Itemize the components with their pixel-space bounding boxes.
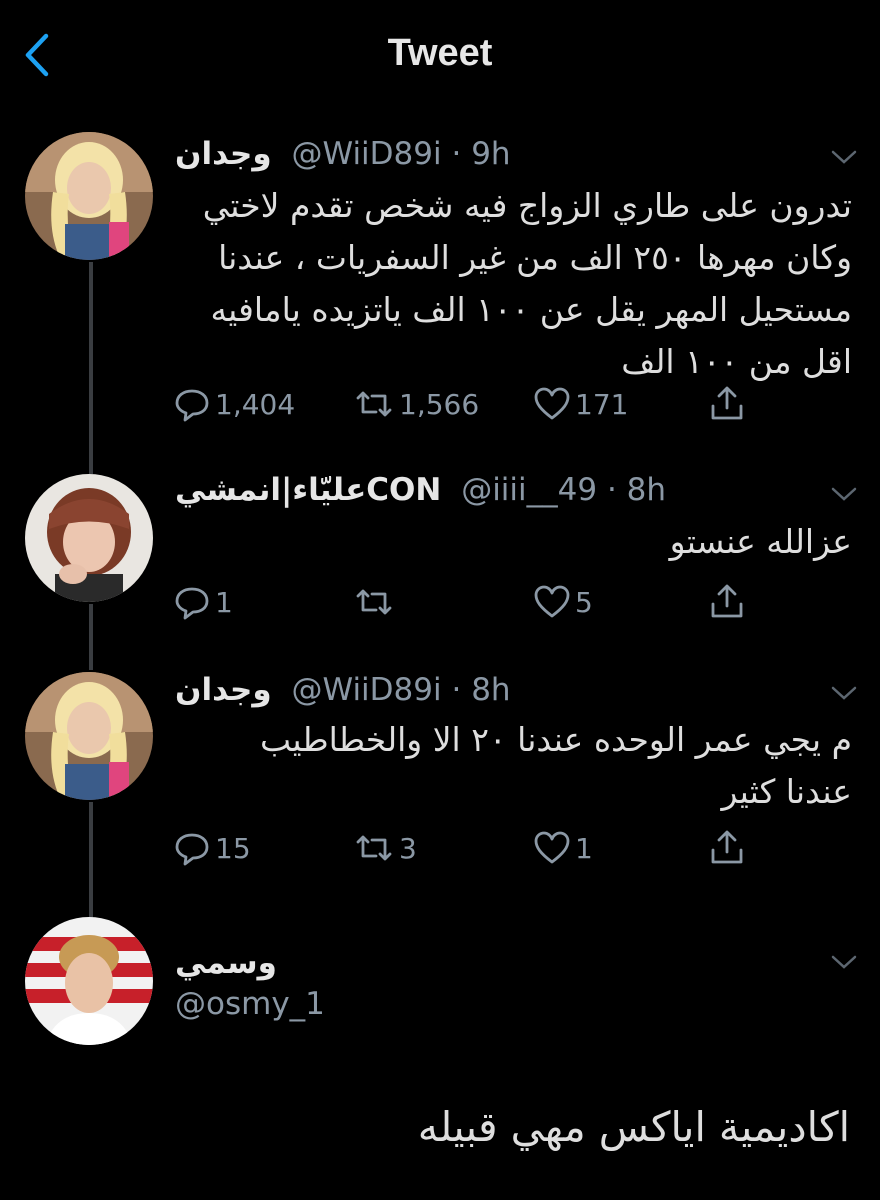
username[interactable]: @iiii__49	[461, 472, 597, 508]
display-name[interactable]: وجدان	[175, 672, 272, 708]
tweet-text: عزالله عنستو	[170, 516, 852, 568]
retweet-button[interactable]: 1,566	[352, 382, 479, 426]
like-count: 1	[575, 831, 593, 865]
chevron-down-icon[interactable]	[830, 684, 858, 702]
reply-count: 1	[215, 585, 233, 619]
share-button[interactable]	[707, 382, 747, 426]
timestamp[interactable]: 8h	[627, 472, 666, 508]
retweet-icon	[356, 589, 392, 615]
tweet-text-line: م يجي عمر الوحده عندنا ٢٠ الا والخطاطيب	[260, 720, 852, 759]
top-bar: Tweet	[0, 0, 880, 108]
separator-dot: ·	[451, 136, 462, 172]
retweet-button[interactable]	[352, 580, 399, 624]
username[interactable]: @osmy_1	[175, 986, 325, 1022]
retweet-button[interactable]: 3	[352, 826, 417, 870]
retweet-count: 3	[399, 831, 417, 865]
avatar[interactable]	[25, 474, 153, 602]
separator-dot: ·	[606, 472, 617, 508]
tweet-text-line: عندنا كثير	[721, 772, 852, 811]
tweet-text: تدرون على طاري الزواج فيه شخص تقدم لاختي…	[170, 180, 852, 388]
username[interactable]: @WiiD89i	[291, 136, 441, 172]
reply-icon	[175, 833, 209, 866]
chevron-down-icon[interactable]	[830, 953, 858, 971]
thread-connector	[89, 802, 93, 918]
tweet-text-line: مستحيل المهر يقل عن ١٠٠ الف ياتزيده ياما…	[210, 290, 852, 329]
reply-icon	[175, 587, 209, 620]
tweet-text-line: اقل من ١٠٠ الف	[621, 342, 852, 381]
reply-count: 15	[215, 831, 251, 865]
heart-icon	[534, 387, 570, 420]
chevron-down-icon[interactable]	[830, 148, 858, 166]
retweet-icon	[356, 391, 392, 417]
share-icon	[711, 830, 743, 864]
timestamp[interactable]: 9h	[471, 136, 510, 172]
tweet-subheader: @osmy_1	[175, 986, 790, 1036]
display-name[interactable]: وجدان	[175, 136, 272, 172]
display-name[interactable]: وسمي	[175, 945, 277, 981]
chevron-down-icon[interactable]	[830, 485, 858, 503]
display-name[interactable]: عليّاء|انمشيCON	[175, 472, 441, 508]
reply-count: 1,404	[215, 387, 296, 421]
tweet-text-line: وكان مهرها ٢٥٠ الف من غير السفريات ، عند…	[218, 238, 852, 277]
share-icon	[711, 584, 743, 618]
page-title: Tweet	[387, 32, 493, 74]
tweet-actions: 1,404 1,566 171	[172, 382, 772, 426]
tweet-actions: 15 3 1	[172, 826, 772, 870]
avatar[interactable]	[25, 672, 153, 800]
like-button[interactable]: 1	[532, 826, 593, 870]
avatar[interactable]	[25, 917, 153, 1045]
reply-button[interactable]: 15	[172, 826, 251, 870]
thread-connector	[89, 262, 93, 474]
reply-button[interactable]: 1,404	[172, 382, 295, 426]
focused-tweet-text: اكاديمية اياكس مهي قبيله	[417, 1103, 850, 1151]
timestamp[interactable]: 8h	[471, 672, 510, 708]
like-button[interactable]: 171	[532, 382, 628, 426]
share-button[interactable]	[707, 826, 747, 870]
separator-dot: ·	[451, 672, 462, 708]
like-button[interactable]: 5	[532, 580, 593, 624]
avatar[interactable]	[25, 132, 153, 260]
retweet-count: 1,566	[399, 387, 480, 421]
like-count: 171	[575, 387, 629, 421]
tweet-text-line: تدرون على طاري الزواج فيه شخص تقدم لاختي	[202, 186, 852, 225]
tweet-header: عليّاء|انمشيCON @iiii__49 · 8h	[175, 472, 790, 522]
username[interactable]: @WiiD89i	[291, 672, 441, 708]
thread-connector	[89, 604, 93, 670]
reply-button[interactable]: 1	[172, 580, 233, 624]
tweet-text: م يجي عمر الوحده عندنا ٢٠ الا والخطاطيب …	[170, 714, 852, 818]
share-icon	[711, 386, 743, 420]
tweet-actions: 1 5	[172, 580, 772, 624]
like-count: 5	[575, 585, 593, 619]
heart-icon	[534, 585, 570, 618]
retweet-icon	[356, 835, 392, 861]
tweet-header: وجدان @WiiD89i · 9h	[175, 136, 790, 186]
reply-icon	[175, 389, 209, 422]
heart-icon	[534, 831, 570, 864]
share-button[interactable]	[707, 580, 747, 624]
tweet-text-line: عزالله عنستو	[669, 522, 852, 561]
